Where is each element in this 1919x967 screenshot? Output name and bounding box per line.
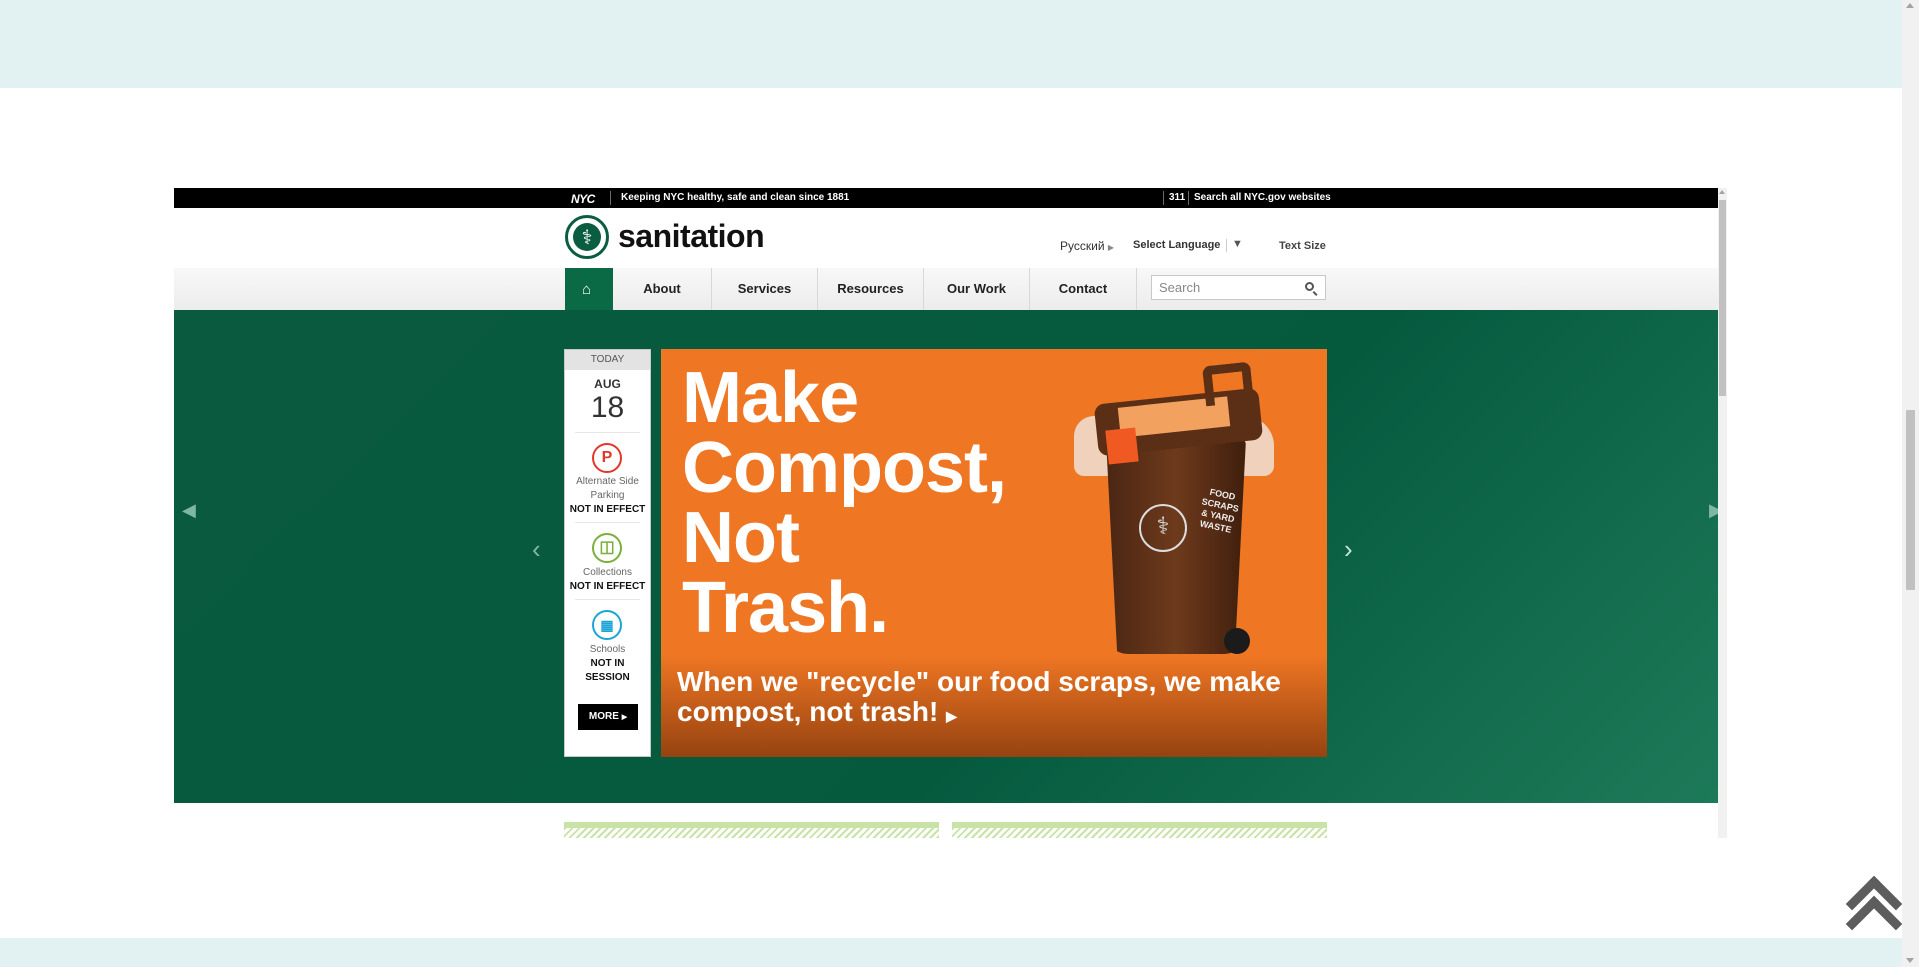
triangle-right-icon: ▶ [946,708,957,724]
today-month: AUG [594,377,621,391]
featured-slide[interactable]: Make Compost, Not Trash. FOOD SCRAPS & Y… [661,349,1327,757]
frame-scrollbar-thumb[interactable] [1719,200,1726,396]
nav-item-resources[interactable]: Resources [818,268,924,310]
nyc-top-bar: NYC Keeping NYC healthy, safe and clean … [174,188,1718,208]
divider [1163,191,1164,205]
triangle-right-icon: ▶ [1107,243,1115,252]
scroll-up-arrow-icon[interactable] [1719,190,1725,194]
language-select-label: Select Language [1133,239,1221,251]
text-size-button[interactable]: Text Size [1279,240,1326,252]
bin-handle [1202,361,1254,407]
site-frame: NYC Keeping NYC healthy, safe and clean … [174,188,1727,838]
nav-home[interactable]: ⌂ [565,268,613,310]
site-logo-text[interactable]: sanitation [618,218,765,255]
chevron-left-icon[interactable]: ◀ [182,500,196,521]
today-label: TODAY [565,350,650,370]
bin-label: FOOD SCRAPS & YARD WASTE [1198,486,1240,535]
divider [1188,191,1189,205]
bin-latch [1105,427,1139,465]
slide-caption: When we "recycle" our food scraps, we ma… [677,666,1281,727]
slide-prev-icon[interactable]: ‹ [532,534,541,565]
page-scrollbar-thumb[interactable] [1906,410,1915,590]
no-parking-icon: P [592,443,622,473]
content-card [952,822,1327,838]
more-button[interactable]: MORE ▶ [578,704,638,730]
page-scrollbar[interactable] [1902,0,1919,967]
divider [1226,239,1227,252]
language-select[interactable]: Select Language ▼ [1133,238,1243,252]
status-name-parking: Alternate Side Parking [576,476,639,501]
trash-can-icon: ◫ [592,533,622,563]
nav-item-services[interactable]: Services [712,268,818,310]
book-icon: ▦ [592,610,622,640]
caret-down-icon: ▼ [1232,238,1243,250]
status-name-collections: Collections [583,567,632,578]
bin-seal-icon [1139,504,1187,552]
language-current-label: Русский [1060,239,1105,253]
status-name-schools: Schools [589,644,626,655]
nav-item-contact[interactable]: Contact [1030,268,1137,310]
divider [575,432,640,433]
page-band-bottom [0,938,1902,967]
dsny-seal-icon[interactable] [565,215,609,259]
main-nav: ⌂ About Services Resources Our Work Cont… [174,268,1718,311]
search-icon[interactable] [1305,282,1314,291]
divider [610,191,611,205]
triangle-right-icon: ▶ [621,714,628,721]
back-to-top-button[interactable] [1845,875,1903,953]
site-header: sanitation Русский ▶ Select Language ▼ T… [174,208,1718,269]
home-icon: ⌂ [582,281,592,298]
scroll-up-arrow-icon[interactable] [1906,3,1914,8]
more-button-label: MORE [588,711,619,722]
slide-headline: Make Compost, Not Trash. [682,358,1007,648]
language-current[interactable]: Русский ▶ [1060,239,1114,253]
agency-tagline: Keeping NYC healthy, safe and clean sinc… [621,192,850,203]
link-311[interactable]: 311 [1169,192,1185,203]
nav-item-our-work[interactable]: Our Work [924,268,1030,310]
compost-bin-image: FOOD SCRAPS & YARD WASTE [1074,361,1274,664]
content-card [564,822,939,838]
site-search [1151,275,1326,300]
divider [575,599,640,600]
search-all-nyc-link[interactable]: Search all NYC.gov websites [1194,192,1331,203]
status-value-schools: NOT IN SESSION [585,658,630,683]
slide-caption-link[interactable]: When we "recycle" our food scraps, we ma… [677,667,1317,731]
hero-carousel: ◀ ▶ ‹ › TODAY AUG 18 P Alternate Side Pa… [174,310,1723,803]
divider [575,522,640,523]
today-day: 18 [590,391,625,424]
nav-item-about[interactable]: About [613,268,712,310]
slide-next-icon[interactable]: › [1344,534,1353,565]
nyc-logo[interactable]: NYC [571,192,595,206]
status-value-parking: NOT IN EFFECT [569,504,646,515]
bin-wheel [1224,628,1250,654]
page-band-top [0,0,1902,88]
today-panel: TODAY AUG 18 P Alternate Side Parking NO… [564,349,651,757]
status-value-collections: NOT IN EFFECT [569,581,646,592]
search-input[interactable] [1152,276,1307,299]
scroll-down-arrow-icon[interactable] [1906,958,1914,963]
frame-scrollbar[interactable] [1718,188,1727,838]
